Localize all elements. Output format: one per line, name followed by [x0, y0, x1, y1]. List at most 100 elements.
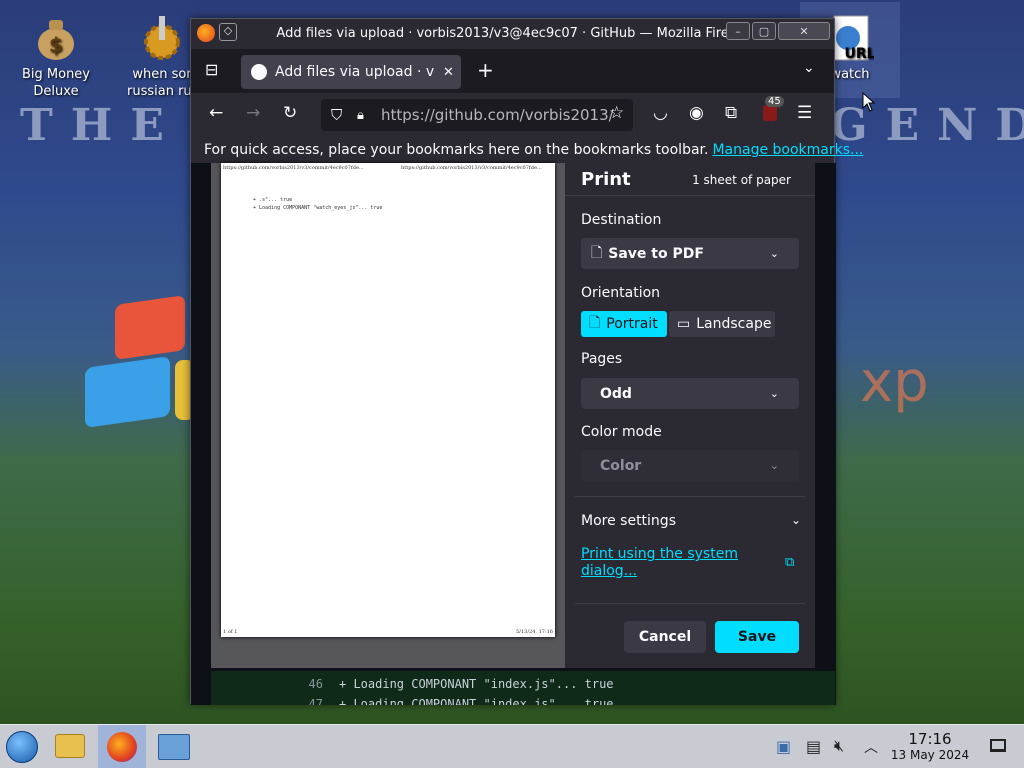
code-diff: 46 + Loading COMPONANT "index.js"... tru…: [211, 671, 835, 705]
pages-select[interactable]: Odd ⌄: [581, 378, 799, 409]
control-panel-icon[interactable]: [158, 734, 190, 760]
save-button[interactable]: Save: [715, 621, 799, 653]
account-icon[interactable]: ◉: [689, 103, 704, 123]
firefox-taskbar-button[interactable]: [98, 725, 146, 768]
url-bar[interactable]: ⛉ 🔒︎ https://github.com/vorbis2013/: [321, 99, 633, 131]
bookmarks-toolbar: For quick access, place your bookmarks h…: [191, 137, 863, 163]
page-content: https://github.com/vorbis2013/v3/commit/…: [191, 163, 836, 705]
pocket-icon[interactable]: ◡: [653, 103, 668, 123]
code-text: + Loading COMPONANT "index.js"... true: [339, 697, 614, 705]
volume-muted-icon[interactable]: 🔇︎: [834, 736, 844, 756]
windows-logo: [85, 295, 195, 440]
extension-badge: 45: [765, 96, 784, 107]
taskbar: ▣ ▤ 🔇︎ ︿ 17:16 13 May 2024: [0, 724, 1024, 768]
color-mode-label: Color mode: [581, 424, 662, 440]
desktop-icon-label: Big Money Deluxe: [21, 67, 90, 99]
document-icon: 🗋︎: [591, 244, 603, 261]
code-row: 47 + Loading COMPONANT "index.js"... tru…: [211, 697, 835, 705]
portrait-icon: 🗋︎: [589, 315, 601, 331]
print-header: Print 1 sheet of paper: [565, 163, 815, 196]
title-bar[interactable]: ◇ Add files via upload · vorbis2013/v3@4…: [191, 19, 834, 49]
chevron-down-icon: ⌄: [769, 247, 779, 260]
landscape-toggle[interactable]: ▭ Landscape: [669, 311, 775, 337]
back-icon[interactable]: ←: [209, 103, 223, 123]
portrait-toggle[interactable]: 🗋︎ Portrait: [581, 311, 667, 337]
preview-footer-left: 1 of 1: [223, 629, 238, 635]
maximize-button[interactable]: ▢: [752, 22, 776, 40]
svg-text:$: $: [49, 33, 63, 57]
star-icon[interactable]: ☆: [609, 103, 624, 123]
extensions-icon[interactable]: ⧉: [725, 103, 737, 123]
tab-label: Add files via upload · vorbis2013/v3@4ec…: [275, 64, 435, 80]
clipboard-icon[interactable]: ▤: [806, 737, 821, 756]
clock-date: 13 May 2024: [890, 748, 970, 762]
print-settings-panel: Print 1 sheet of paper Destination 🗋︎ Sa…: [565, 163, 815, 668]
external-link-icon: ⧉: [785, 555, 795, 570]
chevron-down-icon: ⌄: [769, 459, 779, 472]
active-tab[interactable]: Add files via upload · vorbis2013/v3@4ec…: [241, 55, 461, 89]
clock[interactable]: 17:16 13 May 2024: [880, 731, 980, 763]
print-title: Print: [581, 168, 631, 190]
chevron-down-icon: ⌄: [769, 387, 779, 400]
firefox-icon: [107, 732, 137, 762]
bookmarks-hint: For quick access, place your bookmarks h…: [204, 142, 709, 158]
destination-select[interactable]: 🗋︎ Save to PDF ⌄: [581, 238, 799, 269]
close-button[interactable]: ✕: [778, 22, 830, 40]
lock-icon: 🔒︎: [357, 107, 364, 123]
reload-icon[interactable]: ↻: [283, 103, 297, 123]
preview-line: + .s"... true: [253, 197, 293, 203]
svg-text:URL: URL: [844, 46, 874, 62]
menu-icon[interactable]: ☰: [797, 103, 812, 123]
new-tab-icon[interactable]: +: [477, 58, 494, 82]
code-text: + Loading COMPONANT "index.js"... true: [339, 677, 614, 691]
color-mode-select: Color ⌄: [581, 450, 799, 481]
line-number: 47: [308, 697, 323, 705]
destination-value: Save to PDF: [608, 245, 704, 262]
preview-line: + Loading COMPONANT "watch_eyes_js"... t…: [253, 205, 383, 211]
tab-list-icon[interactable]: ⊟: [205, 60, 218, 79]
more-settings-label: More settings: [581, 513, 676, 529]
forward-icon[interactable]: →: [246, 103, 260, 123]
landscape-label: Landscape: [696, 316, 772, 332]
firefox-window[interactable]: ◇ Add files via upload · vorbis2013/v3@4…: [190, 18, 863, 705]
orientation-label: Orientation: [581, 285, 661, 301]
desktop-icon-big-money[interactable]: $ Big Money Deluxe: [6, 2, 106, 100]
print-preview-area: https://github.com/vorbis2013/v3/commit/…: [211, 163, 815, 668]
money-bag-icon: $: [32, 14, 80, 62]
ublock-icon[interactable]: [763, 105, 777, 121]
preview-header-left: https://github.com/vorbis2013/v3/commit/…: [223, 165, 364, 171]
start-button[interactable]: [6, 731, 38, 763]
preview-footer-right: 5/13/24, 17:16: [516, 629, 553, 635]
manage-bookmarks-link[interactable]: Manage bookmarks...: [712, 142, 863, 158]
show-desktop-icon[interactable]: [990, 739, 1006, 752]
mouse-cursor-icon: [862, 91, 876, 116]
xp-logo-text: xp: [860, 350, 929, 415]
portrait-label: Portrait: [606, 316, 658, 332]
destination-label: Destination: [581, 212, 662, 228]
more-settings-toggle[interactable]: More settings ⌄: [581, 513, 801, 529]
nav-bar: ← → ↻ ⛉ 🔒︎ https://github.com/vorbis2013…: [191, 93, 834, 137]
color-mode-value: Color: [600, 457, 642, 474]
url-text: https://github.com/vorbis2013/: [381, 106, 614, 124]
pages-value: Odd: [600, 385, 632, 402]
minimize-button[interactable]: –: [726, 22, 750, 40]
chevron-down-icon[interactable]: ⌄: [803, 60, 815, 76]
tab-bar: ⊟ Add files via upload · vorbis2013/v3@4…: [191, 49, 834, 93]
print-preview-page: https://github.com/vorbis2013/v3/commit/…: [221, 163, 555, 637]
cancel-button[interactable]: Cancel: [624, 621, 706, 653]
pages-label: Pages: [581, 351, 623, 367]
tab-close-icon[interactable]: ✕: [443, 65, 454, 80]
clock-time: 17:16: [908, 730, 952, 748]
line-number: 46: [308, 677, 323, 691]
gear-icon: [138, 14, 186, 62]
tray-icon[interactable]: ▣: [776, 737, 791, 756]
landscape-icon: ▭: [677, 316, 691, 332]
file-manager-icon[interactable]: [55, 734, 85, 758]
sheet-count: 1 sheet of paper: [692, 173, 791, 187]
shield-icon: ⛉: [331, 106, 343, 124]
github-icon: [251, 64, 267, 80]
chevron-up-icon[interactable]: ︿: [864, 737, 878, 757]
chevron-down-icon: ⌄: [790, 513, 801, 527]
preview-header-right: https://github.com/vorbis2013/v3/commit/…: [401, 165, 542, 171]
system-dialog-link[interactable]: Print using the system dialog...: [581, 546, 741, 580]
